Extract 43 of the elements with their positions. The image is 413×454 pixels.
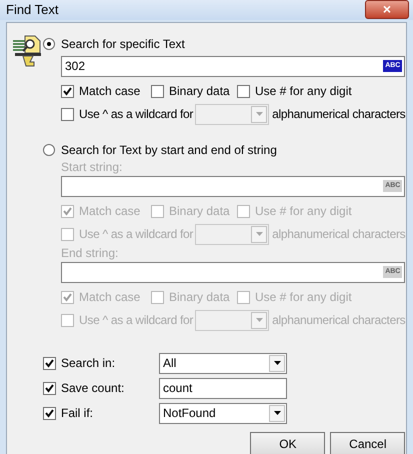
window-title: Find Text bbox=[6, 1, 59, 19]
caret-icon bbox=[256, 112, 263, 116]
caret-icon bbox=[256, 232, 263, 236]
checkbox-label: Binary data bbox=[169, 289, 230, 306]
caret-icon bbox=[274, 411, 280, 415]
caret-icon bbox=[256, 318, 263, 322]
checkbox[interactable] bbox=[237, 84, 250, 98]
checkbox-label: Save count: bbox=[61, 380, 124, 397]
checkbox-label: Use # for any digit bbox=[255, 289, 352, 306]
dropdown[interactable] bbox=[195, 104, 270, 124]
radio-button[interactable] bbox=[43, 38, 55, 50]
checkbox-label: Use ^ as a wildcard for bbox=[79, 226, 194, 243]
checkbox-label: Use # for any digit bbox=[255, 203, 352, 220]
dropdown[interactable]: NotFound bbox=[159, 402, 287, 424]
checkbox-label: Binary data bbox=[169, 83, 230, 100]
dropdown[interactable]: All bbox=[159, 352, 287, 374]
radio-label: Search for specific Text bbox=[61, 36, 185, 52]
checkbox[interactable] bbox=[61, 108, 74, 120]
checkbox-label: Fail if: bbox=[61, 405, 94, 422]
document-magnifier-icon bbox=[11, 32, 43, 68]
field-label: alphanumerical characters bbox=[272, 226, 406, 243]
checkbox[interactable] bbox=[43, 356, 56, 370]
field-label: alphanumerical characters bbox=[272, 312, 406, 329]
checkbox-label: Match case bbox=[79, 83, 140, 100]
caret-icon bbox=[274, 361, 280, 365]
checkbox-label: Binary data bbox=[169, 203, 230, 220]
dialog-button[interactable]: OK bbox=[250, 432, 326, 454]
checkbox[interactable] bbox=[43, 382, 56, 394]
dialog-button[interactable]: Cancel bbox=[330, 432, 406, 454]
field-label: alphanumerical characters bbox=[272, 106, 406, 123]
checkbox-label: Use # for any digit bbox=[255, 83, 352, 100]
field-label: End string: bbox=[61, 246, 120, 262]
field-label: Start string: bbox=[61, 160, 124, 176]
checkbox[interactable] bbox=[61, 84, 74, 98]
checkbox-label: Match case bbox=[79, 203, 140, 220]
checkbox[interactable] bbox=[151, 84, 164, 98]
checkbox[interactable] bbox=[43, 406, 56, 420]
checkbox-label: Use ^ as a wildcard for bbox=[79, 106, 194, 123]
text-field[interactable]: count bbox=[159, 378, 287, 398]
checkbox-label: Use ^ as a wildcard for bbox=[79, 312, 194, 329]
checkbox-label: Search in: bbox=[61, 355, 116, 372]
radio-label: Search for Text by start and end of string bbox=[61, 142, 277, 158]
checkbox-label: Match case bbox=[79, 289, 140, 306]
